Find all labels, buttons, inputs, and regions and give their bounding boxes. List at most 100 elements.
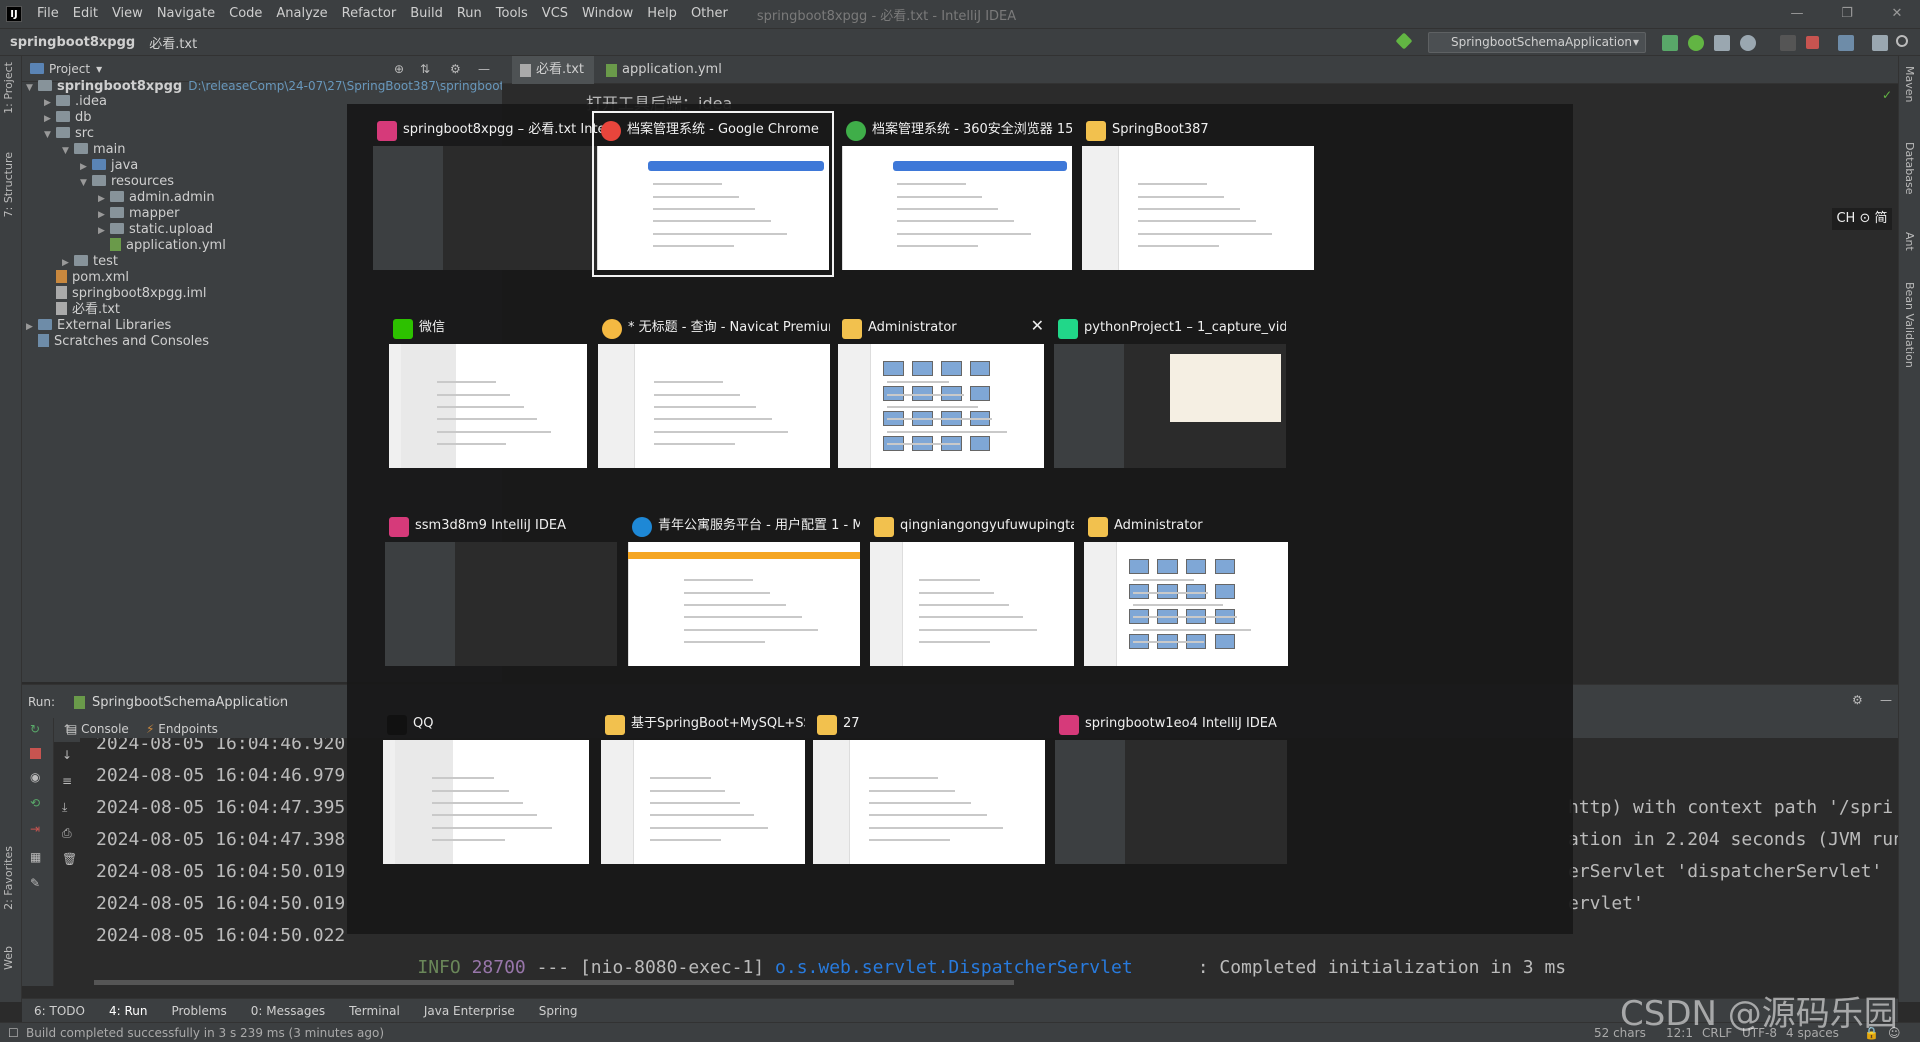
expand-arrow-icon[interactable]: ▼ <box>80 173 92 193</box>
scroll-up-icon[interactable]: ↑ <box>62 722 72 736</box>
messages-tab[interactable]: 0: Messages <box>239 1004 337 1018</box>
switcher-window-explorer[interactable]: qingniangongyufuwupingtai <box>870 512 1074 668</box>
project-panel-title[interactable]: Project <box>49 62 90 76</box>
breadcrumb-file[interactable]: 必看.txt <box>135 33 197 52</box>
java-enterprise-tab[interactable]: Java Enterprise <box>412 1004 527 1018</box>
switcher-window-pycharm[interactable]: pythonProject1 – 1_capture_video_im... <box>1054 314 1286 470</box>
debug-icon[interactable] <box>1688 35 1704 51</box>
menu-analyze[interactable]: Analyze <box>269 0 334 28</box>
tree-item[interactable]: Scratches and Consoles <box>26 332 209 352</box>
layout-icon[interactable]: ▦ <box>30 850 41 864</box>
menu-window[interactable]: Window <box>575 0 640 28</box>
trash-icon[interactable]: 🗑 <box>62 852 77 866</box>
stop-icon[interactable] <box>30 748 41 759</box>
maximize-icon[interactable]: ❐ <box>1824 0 1870 28</box>
run-config-select[interactable]: SpringbootSchemaApplication ▾ <box>1428 32 1646 53</box>
console-tab[interactable]: ▤ Console <box>66 722 129 736</box>
project-tool-tab[interactable]: 1: Project <box>2 62 15 114</box>
problems-tab[interactable]: Problems <box>159 1004 238 1018</box>
menu-vcs[interactable]: VCS <box>535 0 575 28</box>
build-hammer-icon[interactable] <box>1395 32 1413 50</box>
menu-other[interactable]: Other <box>684 0 735 28</box>
profile-icon[interactable] <box>1740 35 1756 51</box>
run-config-tab[interactable]: SpringbootSchemaApplication <box>92 695 288 710</box>
rerun-icon[interactable]: ↻ <box>30 722 40 736</box>
menu-run[interactable]: Run <box>450 0 489 28</box>
expand-arrow-icon[interactable]: ▼ <box>62 141 74 161</box>
menu-edit[interactable]: Edit <box>66 0 105 28</box>
gear-icon[interactable]: ⚙ <box>1852 693 1863 707</box>
menu-code[interactable]: Code <box>222 0 269 28</box>
horizontal-scrollbar[interactable] <box>94 980 1014 985</box>
menu-refactor[interactable]: Refactor <box>335 0 404 28</box>
editor-tab-bikan[interactable]: 必看.txt <box>512 56 594 84</box>
terminal-tab[interactable]: Terminal <box>337 1004 412 1018</box>
switcher-window-edge[interactable]: 青年公寓服务平台 - 用户配置 1 - Micro... <box>628 512 860 668</box>
print-icon[interactable]: ⎙ <box>62 826 72 841</box>
collapse-all-icon[interactable]: ⇅ <box>420 62 430 76</box>
switcher-window-wechat[interactable]: 微信 <box>389 314 587 470</box>
menu-view[interactable]: View <box>105 0 150 28</box>
switcher-window-intellij[interactable]: springbootw1eo4 IntelliJ IDEA <box>1055 710 1287 866</box>
exit-icon[interactable]: ⇥ <box>30 822 40 836</box>
maven-tool-tab[interactable]: Maven <box>1903 66 1916 102</box>
hide-panel-icon[interactable]: — <box>478 62 490 76</box>
switcher-window-explorer[interactable]: 基于SpringBoot+MySQL+SSM+... <box>601 710 805 866</box>
spring-tab[interactable]: Spring <box>527 1004 590 1018</box>
window-thumbnail <box>373 146 605 270</box>
rerun-icon[interactable] <box>1662 35 1678 51</box>
pause-icon[interactable] <box>1780 35 1796 51</box>
todo-tab[interactable]: 6: TODO <box>22 1004 97 1018</box>
chevron-down-icon[interactable]: ▾ <box>96 62 102 76</box>
hide-panel-icon[interactable]: — <box>1880 693 1892 707</box>
inspection-ok-icon[interactable]: ✓ <box>1882 88 1892 102</box>
switcher-window-intellij[interactable]: ssm3d8m9 IntelliJ IDEA <box>385 512 617 668</box>
project-structure-icon[interactable] <box>1838 35 1854 51</box>
run-tab[interactable]: 4: Run <box>97 1004 160 1018</box>
menu-tools[interactable]: Tools <box>489 0 535 28</box>
menu-build[interactable]: Build <box>403 0 450 28</box>
menu-help[interactable]: Help <box>640 0 684 28</box>
close-window-icon[interactable]: ✕ <box>1031 316 1044 335</box>
editor-tab-application-yml[interactable]: application.yml <box>598 56 722 84</box>
ime-indicator[interactable]: CH ⊙ 简 <box>1832 208 1892 230</box>
switcher-window-qq[interactable]: QQ <box>383 710 589 866</box>
structure-tool-tab[interactable]: 7: Structure <box>2 152 15 217</box>
expand-arrow-icon[interactable]: ▼ <box>44 125 56 145</box>
menu-file[interactable]: File <box>30 0 66 28</box>
coverage-icon[interactable] <box>1714 35 1730 51</box>
ant-tool-tab[interactable]: Ant <box>1903 232 1916 251</box>
breadcrumb-project[interactable]: springboot8xpgg <box>0 35 135 50</box>
menu-navigate[interactable]: Navigate <box>150 0 222 28</box>
favorites-tool-tab[interactable]: 2: Favorites <box>2 846 15 910</box>
switcher-window-explorer[interactable]: Administrator <box>1084 512 1288 668</box>
switcher-window-navicat[interactable]: * 无标题 - 查询 - Navicat Premium <box>598 314 830 470</box>
switcher-window-explorer[interactable]: 27 <box>813 710 1045 866</box>
database-tool-tab[interactable]: Database <box>1903 142 1916 195</box>
locate-icon[interactable]: ⊕ <box>394 62 404 76</box>
camera-icon[interactable]: ◉ <box>30 770 40 784</box>
menu-bar: IJ File Edit View Navigate Code Analyze … <box>0 0 1920 28</box>
switcher-window-explorer[interactable]: Administrator ✕ <box>838 314 1044 470</box>
stop-icon[interactable] <box>1806 36 1819 49</box>
soft-wrap-icon[interactable]: ≡ <box>62 774 72 788</box>
close-run-tab-icon[interactable]: × <box>274 694 284 708</box>
web-tool-tab[interactable]: Web <box>2 946 15 970</box>
scroll-to-end-icon[interactable]: ⤓ <box>62 800 67 815</box>
layout-icon[interactable] <box>1872 35 1888 51</box>
close-window-icon[interactable]: ✕ <box>1874 0 1920 28</box>
switcher-window-intellij[interactable]: springboot8xpgg – 必看.txt IntelliJ ID... <box>373 116 605 272</box>
endpoints-tab[interactable]: ⚡ Endpoints <box>146 722 218 736</box>
pin-icon[interactable]: ✎ <box>30 876 40 890</box>
bean-validation-tool-tab[interactable]: Bean Validation <box>1903 282 1916 368</box>
minimize-icon[interactable]: — <box>1774 0 1820 28</box>
expand-arrow-icon[interactable]: ▼ <box>26 78 38 98</box>
status-message[interactable]: Build completed successfully in 3 s 239 … <box>26 1023 384 1042</box>
restore-layout-icon[interactable]: ⟲ <box>30 796 40 810</box>
switcher-window-explorer[interactable]: SpringBoot387 <box>1082 116 1314 272</box>
switcher-window-360[interactable]: 档案管理系统 - 360安全浏览器 15.3 <box>842 116 1072 272</box>
switcher-window-chrome[interactable]: 档案管理系统 - Google Chrome <box>592 111 834 277</box>
scroll-down-icon[interactable]: ↓ <box>62 748 72 762</box>
search-icon[interactable] <box>1896 35 1908 47</box>
gear-icon[interactable]: ⚙ <box>450 62 461 76</box>
